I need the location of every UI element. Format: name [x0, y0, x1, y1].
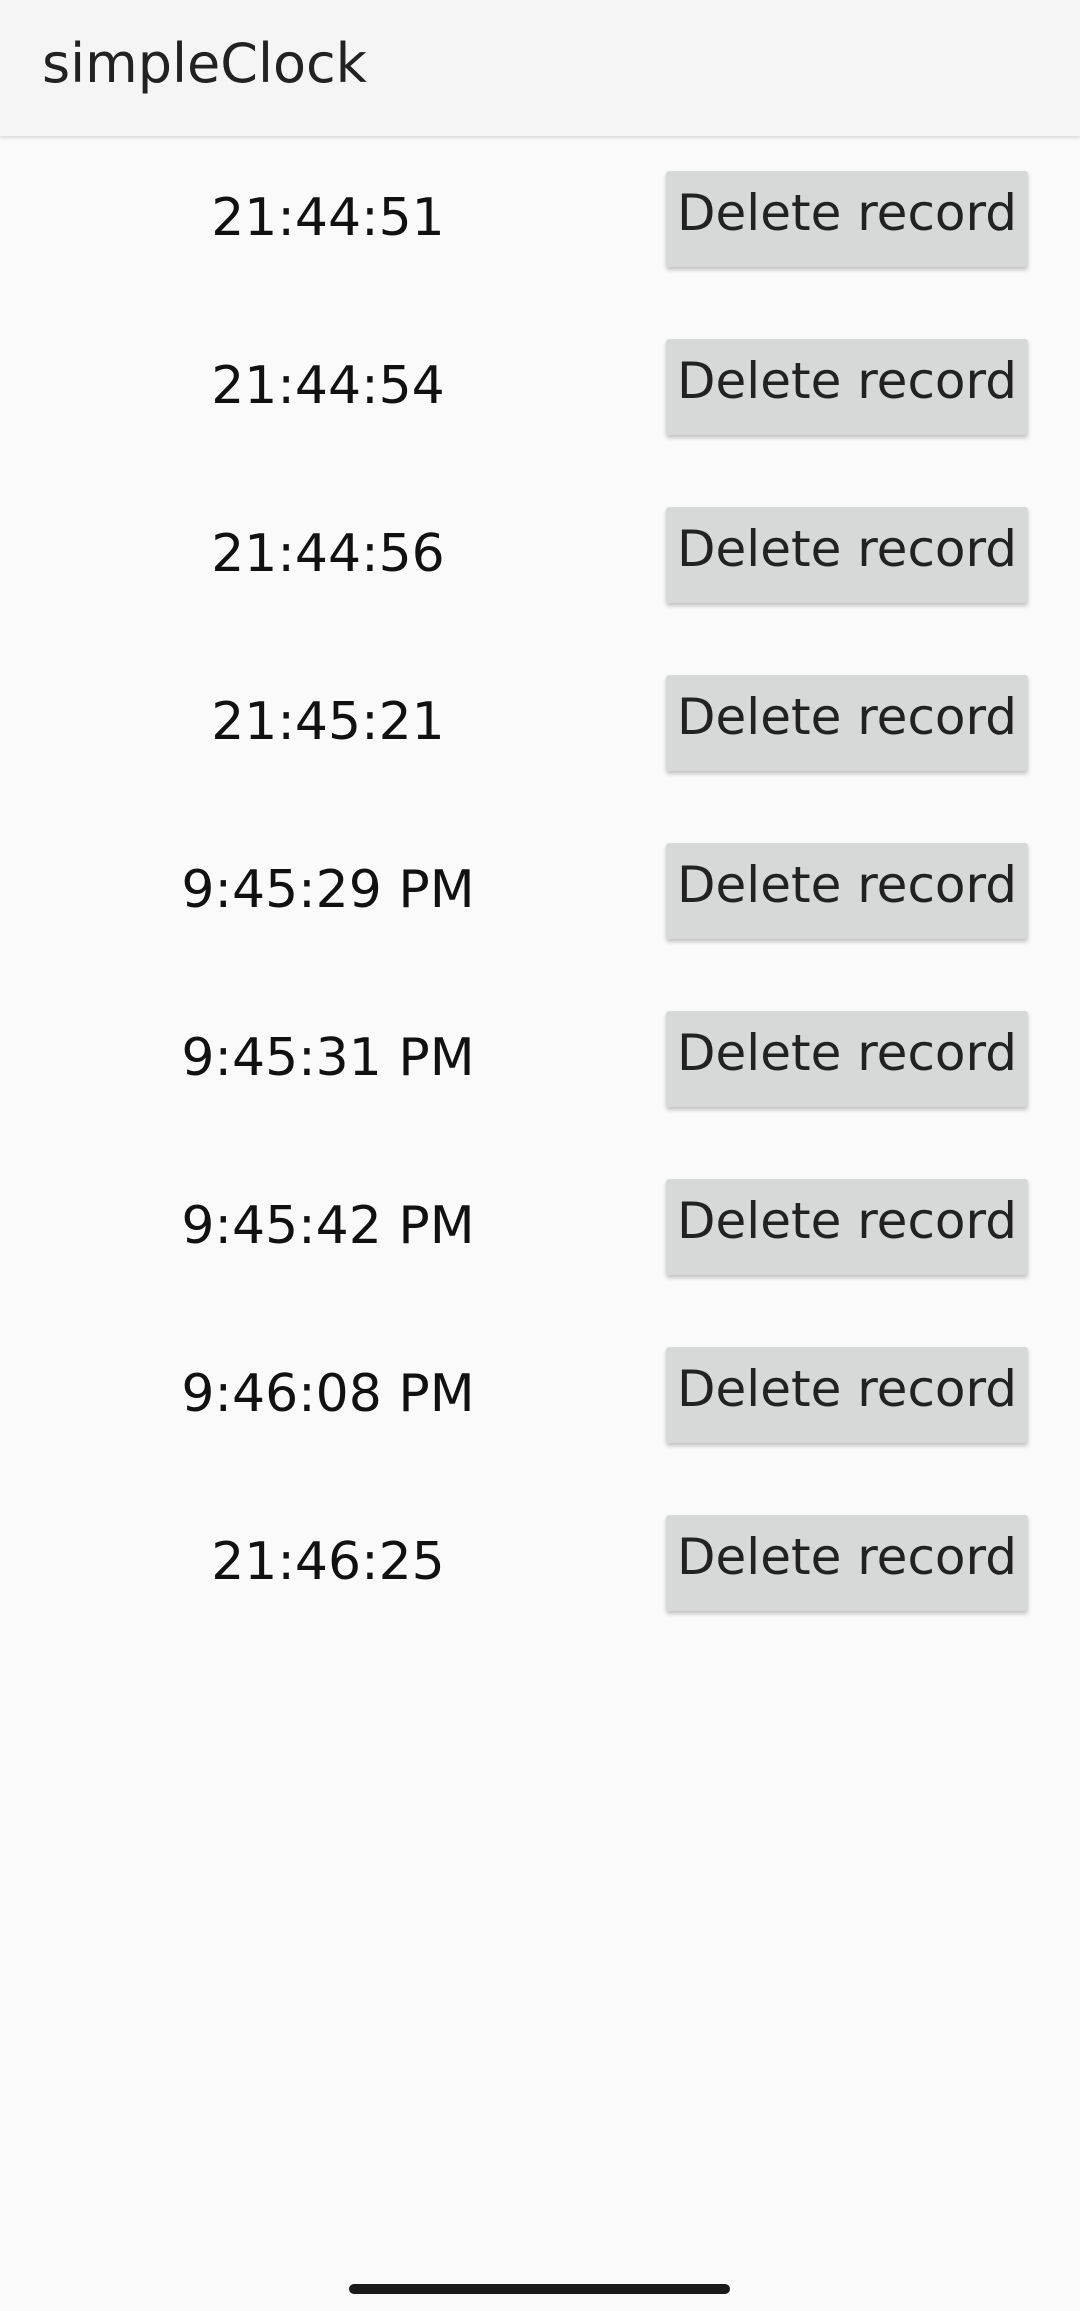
delete-record-button[interactable]: Delete record: [666, 507, 1028, 603]
record-row: 21:46:25 Delete record: [0, 1480, 1080, 1648]
record-time: 21:44:54: [211, 356, 445, 416]
record-row: 9:46:08 PM Delete record: [0, 1312, 1080, 1480]
record-row: 9:45:42 PM Delete record: [0, 1144, 1080, 1312]
delete-record-button[interactable]: Delete record: [666, 339, 1028, 435]
record-time: 21:44:56: [211, 524, 445, 584]
delete-record-button[interactable]: Delete record: [666, 843, 1028, 939]
record-row: 21:45:21 Delete record: [0, 640, 1080, 808]
record-row: 21:44:54 Delete record: [0, 304, 1080, 472]
record-row: 9:45:31 PM Delete record: [0, 976, 1080, 1144]
app-bar: simpleClock: [0, 0, 1080, 136]
record-time: 21:45:21: [211, 692, 445, 752]
record-time: 9:45:31 PM: [181, 1028, 475, 1088]
delete-record-button[interactable]: Delete record: [666, 171, 1028, 267]
delete-record-button[interactable]: Delete record: [666, 1011, 1028, 1107]
record-time: 9:45:29 PM: [181, 860, 475, 920]
delete-record-button[interactable]: Delete record: [666, 1179, 1028, 1275]
home-indicator[interactable]: [349, 2284, 730, 2294]
records-list: 21:44:51 Delete record 21:44:54 Delete r…: [0, 136, 1080, 1648]
record-time: 9:46:08 PM: [181, 1364, 475, 1424]
record-time: 21:44:51: [211, 188, 445, 248]
delete-record-button[interactable]: Delete record: [666, 1347, 1028, 1443]
record-row: 21:44:51 Delete record: [0, 136, 1080, 304]
record-time: 9:45:42 PM: [181, 1196, 475, 1256]
record-time: 21:46:25: [211, 1532, 445, 1592]
record-row: 21:44:56 Delete record: [0, 472, 1080, 640]
record-row: 9:45:29 PM Delete record: [0, 808, 1080, 976]
app-title: simpleClock: [42, 32, 367, 95]
delete-record-button[interactable]: Delete record: [666, 675, 1028, 771]
delete-record-button[interactable]: Delete record: [666, 1515, 1028, 1611]
